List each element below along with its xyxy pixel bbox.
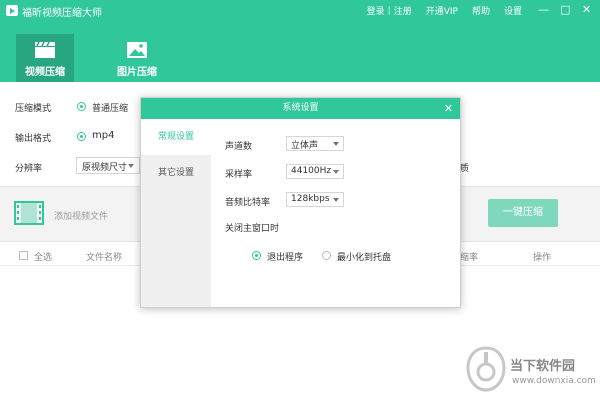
side-item-general[interactable]: 常规设置 (141, 119, 211, 155)
image-icon (127, 42, 147, 58)
system-settings-dialog: 系统设置 ✕ 常规设置 其它设置 声道数 立体声 采样率 44100Hz 音频比… (140, 97, 461, 308)
tab-label: 图片压缩 (117, 67, 157, 78)
clapperboard-icon (35, 41, 55, 58)
mode-label: 压缩模式 (15, 104, 52, 114)
resolution-value: 原视频尺寸 (82, 163, 128, 173)
login-link[interactable]: 登录 (367, 4, 385, 17)
menu-separator: | (387, 5, 391, 16)
dialog-sidebar: 常规设置 其它设置 (141, 119, 211, 307)
side-item-other[interactable]: 其它设置 (141, 155, 211, 191)
filename-column: 文件名称 (86, 253, 123, 263)
bitrate-select[interactable]: 128kbps (286, 192, 344, 207)
quality-label-partial: 质 (460, 164, 470, 174)
tab-label: 视频压缩 (25, 67, 65, 78)
channels-value: 立体声 (291, 141, 319, 151)
action-column: 操作 (533, 253, 552, 263)
channels-select[interactable]: 立体声 (286, 136, 344, 151)
resolution-select[interactable]: 原视频尺寸 (76, 157, 140, 174)
app-header: 福昕视频压缩大师 登录 | 注册 开通VIP 帮助 设置 — □ ✕ 视频压缩 … (0, 0, 600, 82)
watermark-url: www.downxia.com (512, 376, 596, 386)
exit-program-label: 退出程序 (267, 253, 304, 263)
downxia-logo-icon (466, 346, 506, 392)
register-link[interactable]: 注册 (394, 4, 412, 17)
sample-rate-select[interactable]: 44100Hz (286, 164, 344, 179)
settings-link[interactable]: 设置 (504, 4, 522, 17)
help-link[interactable]: 帮助 (472, 4, 490, 17)
vip-link[interactable]: 开通VIP (426, 4, 458, 17)
tab-video-compress[interactable]: 视频压缩 (16, 34, 74, 82)
select-all-checkbox[interactable] (19, 251, 28, 260)
mp4-radio[interactable] (77, 132, 86, 141)
watermark-brand: 当下软件园 (510, 359, 576, 374)
select-all-label: 全选 (34, 253, 53, 263)
normal-mode-label: 普通压缩 (92, 104, 129, 114)
maximize-button[interactable]: □ (560, 3, 570, 16)
app-logo-icon (6, 5, 18, 16)
app-title: 福昕视频压缩大师 (22, 8, 102, 19)
dialog-titlebar: 系统设置 ✕ (141, 98, 460, 119)
dialog-close-button[interactable]: ✕ (444, 98, 453, 119)
minimize-tray-radio[interactable] (322, 251, 331, 260)
tab-image-compress[interactable]: 图片压缩 (108, 34, 166, 82)
minimize-tray-label: 最小化到托盘 (337, 253, 392, 263)
bitrate-label: 音频比特率 (225, 198, 271, 208)
dialog-title: 系统设置 (282, 103, 319, 113)
resolution-label: 分辨率 (15, 164, 43, 174)
close-button[interactable]: ✕ (582, 3, 591, 16)
bitrate-value: 128kbps (291, 194, 330, 204)
one-click-compress-button[interactable]: 一键压缩 (488, 199, 558, 227)
mp4-label: mp4 (92, 130, 115, 141)
sample-rate-value: 44100Hz (291, 166, 332, 176)
minimize-button[interactable]: — (538, 3, 549, 16)
format-label: 输出格式 (15, 134, 52, 144)
normal-mode-radio[interactable] (77, 102, 86, 111)
sample-rate-label: 采样率 (225, 170, 253, 180)
ratio-column-partial: 缩率 (460, 253, 479, 263)
top-menu: 登录 | 注册 开通VIP 帮助 设置 (367, 4, 522, 18)
add-video-link[interactable]: 添加视频文件 (54, 209, 108, 222)
film-icon[interactable] (14, 201, 44, 225)
channels-label: 声道数 (225, 142, 253, 152)
close-main-window-label: 关闭主窗口时 (225, 224, 280, 234)
exit-program-radio[interactable] (252, 251, 261, 260)
